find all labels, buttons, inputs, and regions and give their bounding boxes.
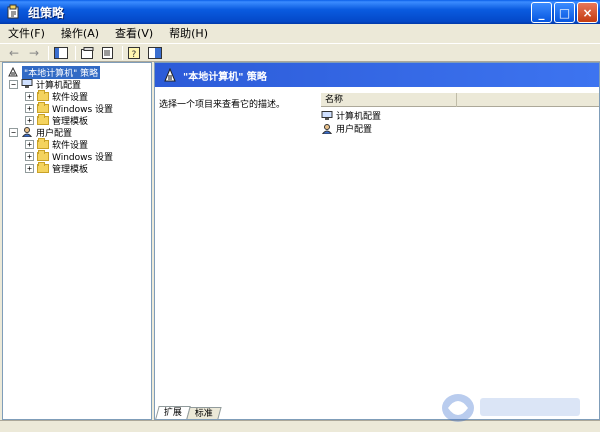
group-policy-icon xyxy=(7,4,19,19)
toolbar-separator xyxy=(48,45,49,60)
tree-root[interactable]: "本地计算机" 策略 xyxy=(7,65,101,79)
minimize-button[interactable]: _ xyxy=(531,2,552,23)
expand-toggle[interactable]: + xyxy=(25,139,34,149)
menu-action[interactable]: 操作(A) xyxy=(53,24,107,44)
folder-icon xyxy=(37,101,49,113)
expand-toggle[interactable]: + xyxy=(25,163,34,173)
expand-toggle[interactable]: + xyxy=(25,103,34,113)
tab-label: 标准 xyxy=(194,409,213,419)
folder-icon xyxy=(37,161,49,173)
menu-file[interactable]: 文件(F) xyxy=(0,24,53,44)
tree-label-admin-templates: 管理模板 xyxy=(52,164,89,175)
properties-icon[interactable] xyxy=(80,45,96,61)
description-text: 选择一个项目来查看它的描述。 xyxy=(159,100,286,110)
menu-help[interactable]: 帮助(H) xyxy=(161,24,216,44)
tree-item-user-config[interactable]: − 用户配置 xyxy=(9,126,72,139)
tree-item-admin-templates-2[interactable]: + 管理模板 xyxy=(25,161,89,175)
maximize-button[interactable]: □ xyxy=(554,2,575,23)
help-icon[interactable]: ? xyxy=(127,45,143,61)
tree-item-windows-settings-2[interactable]: + Windows 设置 xyxy=(25,149,113,163)
menu-view[interactable]: 查看(V) xyxy=(107,24,161,44)
folder-icon xyxy=(37,113,49,125)
view-tabs: 扩展 标准 xyxy=(155,405,222,419)
console-tree-icon[interactable] xyxy=(147,45,163,61)
window-title: 组策略 xyxy=(28,5,65,20)
expand-toggle[interactable]: + xyxy=(25,151,34,161)
export-list-icon[interactable] xyxy=(100,45,116,61)
window-controls: _ □ × xyxy=(531,2,598,23)
menu-bar: 文件(F) 操作(A) 查看(V) 帮助(H) xyxy=(0,24,600,44)
column-empty[interactable] xyxy=(457,93,599,107)
user-icon xyxy=(21,127,33,137)
list-item-user-config[interactable]: 用户配置 xyxy=(321,122,372,135)
user-icon xyxy=(321,123,333,134)
computer-icon xyxy=(321,110,333,120)
collapse-toggle[interactable]: − xyxy=(9,127,18,137)
back-icon[interactable]: ← xyxy=(6,45,22,61)
policy-icon xyxy=(8,67,18,77)
tree-item-software-settings-2[interactable]: + 软件设置 xyxy=(25,137,88,151)
tab-standard[interactable]: 标准 xyxy=(186,407,222,419)
close-button[interactable]: × xyxy=(577,2,598,23)
svg-text:?: ? xyxy=(132,50,137,59)
list-item-label: 用户配置 xyxy=(336,125,373,135)
list-item-computer-config[interactable]: 计算机配置 xyxy=(321,109,381,122)
toolbar-separator xyxy=(122,45,123,60)
computer-icon xyxy=(21,79,33,88)
tree-item-admin-templates-1[interactable]: + 管理模板 xyxy=(25,113,88,127)
column-name[interactable]: 名称 xyxy=(321,93,457,107)
tree-item-software-settings-1[interactable]: + 软件设置 xyxy=(25,89,88,103)
forward-icon[interactable]: → xyxy=(26,45,42,61)
policy-icon xyxy=(164,68,176,82)
toolbar: ← → ? xyxy=(0,44,600,62)
details-header: "本地计算机" 策略 xyxy=(155,63,599,87)
list-item-label: 计算机配置 xyxy=(336,112,382,122)
title-bar[interactable]: 组策略 _ □ × xyxy=(0,0,600,24)
folder-icon xyxy=(37,89,49,101)
collapse-toggle[interactable]: − xyxy=(9,79,18,89)
tab-extended[interactable]: 扩展 xyxy=(155,406,191,419)
details-title: "本地计算机" 策略 xyxy=(183,71,267,83)
group-policy-window: 组策略 _ □ × 文件(F) 操作(A) 查看(V) 帮助(H) ← → ? xyxy=(0,0,600,432)
items-list[interactable]: 名称 计算机配置 用户配置 xyxy=(321,93,600,403)
show-hide-tree-icon[interactable] xyxy=(53,45,69,61)
tree-item-computer-config[interactable]: − 计算机配置 xyxy=(9,78,81,91)
list-column-header: 名称 xyxy=(321,93,599,107)
folder-icon xyxy=(37,137,49,149)
tree-item-windows-settings-1[interactable]: + Windows 设置 xyxy=(25,101,113,115)
toolbar-separator xyxy=(75,45,76,60)
watermark-logo xyxy=(442,394,580,422)
expand-toggle[interactable]: + xyxy=(25,91,34,101)
tab-label: 扩展 xyxy=(163,408,182,418)
folder-icon xyxy=(37,149,49,161)
details-pane: "本地计算机" 策略 选择一个项目来查看它的描述。 名称 计算机配置 用户配置 … xyxy=(154,62,600,420)
expand-toggle[interactable]: + xyxy=(25,115,34,125)
console-tree[interactable]: "本地计算机" 策略 − 计算机配置 + 软件设置 + Windows 设置 +… xyxy=(2,62,152,420)
